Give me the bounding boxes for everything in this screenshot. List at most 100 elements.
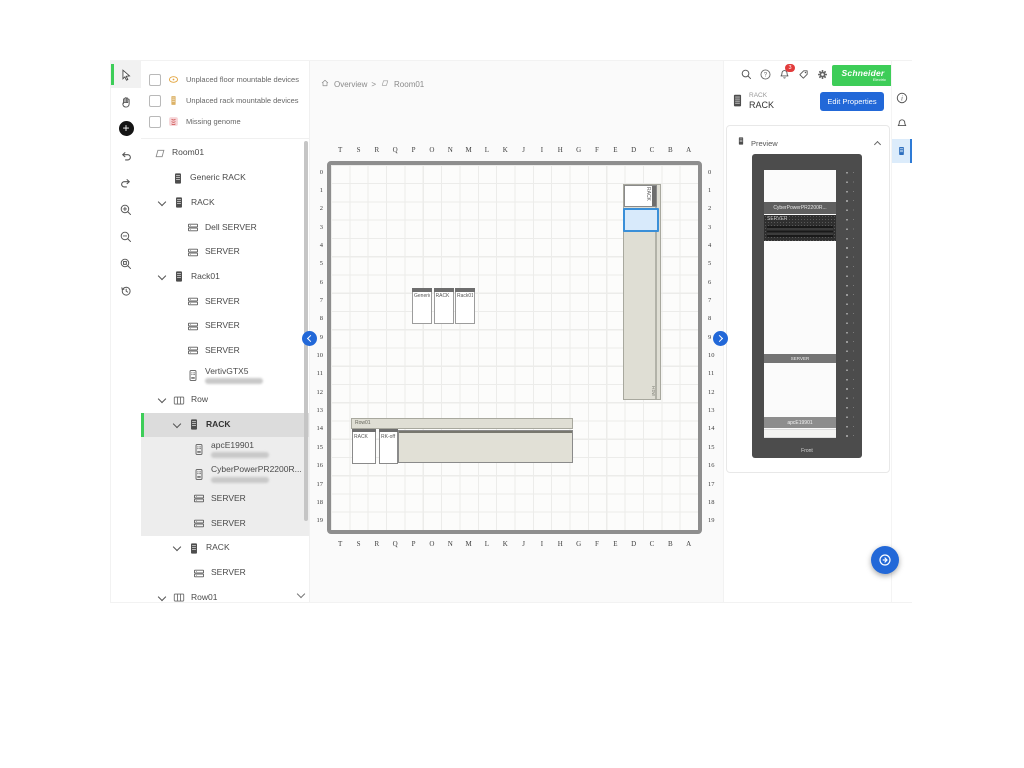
tree-item-apce19901[interactable]: apcE19901 [141,437,309,462]
tree-item-rack01[interactable]: Rack01 [141,264,309,289]
rack-floor-object-selected[interactable] [623,208,659,232]
checkbox[interactable] [149,116,161,128]
select-tool[interactable] [111,61,141,88]
grid-row-label: 1 [311,181,325,199]
tree-item-label: SERVER [211,568,246,578]
rack-floor-object[interactable]: RACK [624,185,657,207]
chevron-down-icon[interactable] [173,543,181,551]
rack-label: RACK [354,434,374,440]
zoom-in-tool[interactable] [111,196,141,223]
history-tool[interactable] [111,277,141,304]
alarm-bell-icon[interactable] [895,117,909,131]
grid-column-label: H [551,146,569,154]
rack-icon [736,134,746,152]
chevron-down-icon[interactable] [158,197,166,205]
info-icon[interactable]: i [895,91,909,105]
tag-icon[interactable] [797,68,810,81]
tree-item-text: apcE19901 [211,441,269,459]
row-container-horizontal[interactable]: Row01 [351,418,573,429]
assistant-fab-button[interactable] [871,546,899,574]
grid-column-label: G [569,146,587,154]
chevron-down-icon[interactable] [158,272,166,280]
rack-tab-active[interactable] [892,139,912,163]
breadcrumb-root[interactable]: Overview [334,80,367,89]
add-tool[interactable]: + [111,115,141,142]
grid-row-label: 5 [706,255,720,273]
rack-row-block[interactable] [398,430,573,463]
tree-item-label: Rack01 [191,272,220,282]
grid-row-label: 19 [311,512,325,530]
grid-column-label: J [514,146,532,154]
tree-item-server[interactable]: SERVER [141,561,309,586]
row-icon [172,393,186,408]
grid-column-label: R [368,540,386,548]
collapse-preview-chevron-icon[interactable] [874,140,881,147]
edit-properties-button[interactable]: Edit Properties [820,92,884,111]
rack-unit: apcE19901 [764,417,836,428]
rack-floor-object[interactable]: Rack01 [455,288,475,324]
tree-item-generic-rack[interactable]: Generic RACK [141,166,309,191]
grid-row-label: 12 [311,383,325,401]
grid-row-label: 15 [706,438,720,456]
tree-item-server[interactable]: SERVER [141,289,309,314]
tree-item-room01[interactable]: Room01 [141,141,309,166]
grid-row-label: 7 [706,291,720,309]
grid-column-label: I [533,540,551,548]
checkbox[interactable] [149,95,161,107]
tree-item-server[interactable]: SERVER [141,487,309,512]
tree-item-row[interactable]: Row [141,388,309,413]
tree-item-dell-server[interactable]: Dell SERVER [141,215,309,240]
grid-column-label: E [606,146,624,154]
rack-floor-object[interactable]: RACK [352,429,376,464]
help-icon[interactable]: ? [759,68,772,81]
grid-column-label: I [533,146,551,154]
checkbox[interactable] [149,74,161,86]
zoom-out-tool[interactable] [111,223,141,250]
tree-item-rack[interactable]: RACK [141,413,309,438]
rack-floor-object[interactable]: RACK [434,288,454,324]
grid-row-label: 5 [311,255,325,273]
rack-floor-object[interactable]: RK-off [379,429,398,464]
undo-tool[interactable] [111,142,141,169]
filter-label: Unplaced rack mountable devices [186,96,299,105]
redacted-subtext [205,378,263,384]
collapse-left-panel-button[interactable] [302,331,317,346]
chevron-down-icon[interactable] [158,395,166,403]
tree-item-label: Dell SERVER [205,223,257,233]
redo-tool[interactable] [111,169,141,196]
rack-floor-object[interactable]: Generic... [412,288,432,324]
chevron-down-icon[interactable] [158,592,166,600]
filter-row[interactable]: Unplaced rack mountable devices [149,90,309,111]
filter-row[interactable]: Missing genome [149,111,309,132]
row-icon [172,590,186,602]
tree-item-row01[interactable]: Row01 [141,585,309,602]
grid-row-label: 6 [706,273,720,291]
search-icon[interactable] [740,68,753,81]
tree-item-rack[interactable]: RACK [141,536,309,561]
zoom-fit-tool[interactable] [111,250,141,277]
tree-item-text: Row01 [191,593,217,602]
server-icon [192,516,206,531]
object-type-label: RACK [749,92,774,100]
tree-item-server[interactable]: SERVER [141,314,309,339]
expand-right-panel-button[interactable] [713,331,728,346]
tree-item-server[interactable]: SERVER [141,339,309,364]
notifications-icon[interactable]: 3 [778,68,791,81]
tree-item-cyberpowerpr2200r-[interactable]: CyberPowerPR2200R... [141,462,309,487]
grid-column-label: C [643,540,661,548]
right-icon-strip: i [891,61,912,602]
tree-item-label: Row01 [191,593,217,602]
settings-gear-icon[interactable] [816,68,829,81]
tree-item-vertivgtx5[interactable]: VertivGTX5 [141,363,309,388]
grid-column-label: S [349,146,367,154]
tree-item-label: Generic RACK [190,173,246,183]
tree-item-server[interactable]: SERVER [141,240,309,265]
pan-tool[interactable] [111,88,141,115]
tree-item-rack[interactable]: RACK [141,190,309,215]
chevron-down-icon[interactable] [173,420,181,428]
filter-row[interactable]: Unplaced floor mountable devices [149,69,309,90]
grid-column-label: Q [386,540,404,548]
server-icon [192,491,206,506]
tree-item-server[interactable]: SERVER [141,511,309,536]
tree-item-label: RACK [206,420,231,430]
